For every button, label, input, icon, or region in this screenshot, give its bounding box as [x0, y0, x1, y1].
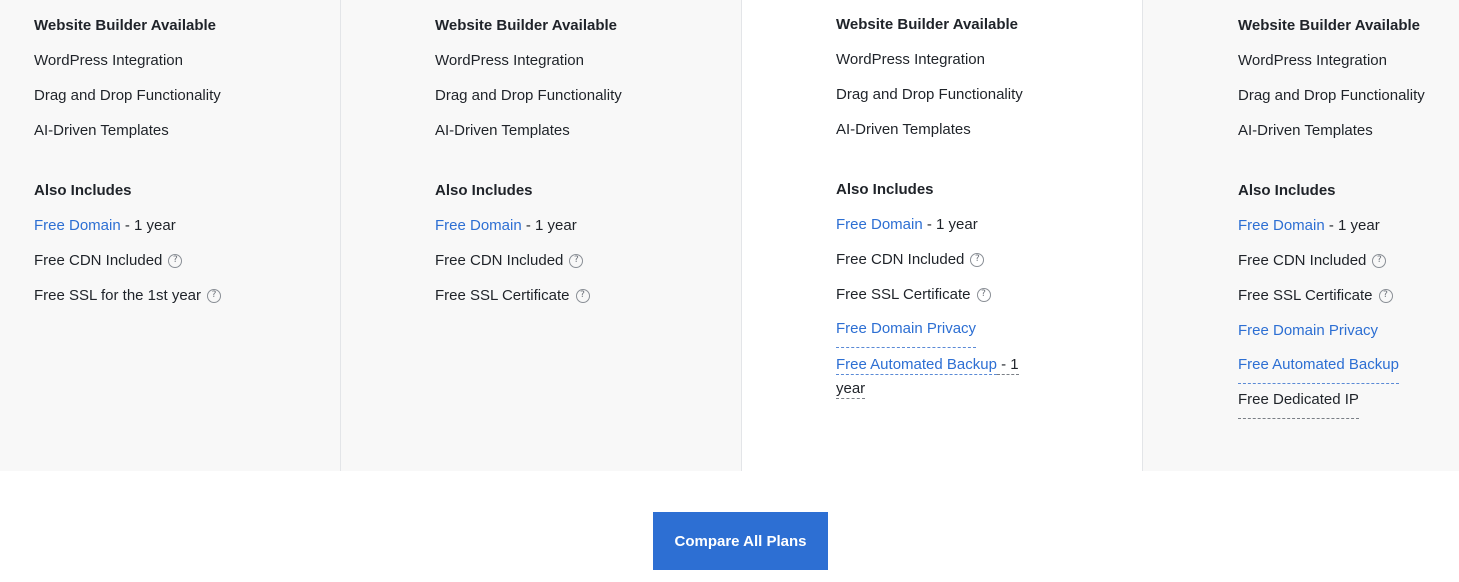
plan-column-4: Website Builder Available WordPress Inte…	[1142, 0, 1459, 471]
compare-all-plans-button[interactable]: Compare All Plans	[653, 512, 828, 570]
ssl-label: Free SSL for the 1st year	[34, 287, 202, 304]
plan-column-3: Website Builder Available WordPress Inte…	[741, 0, 1142, 471]
cdn-label: Free CDN Included	[836, 251, 965, 268]
feature-wordpress: WordPress Integration	[435, 52, 584, 69]
free-domain-term: - 1 year	[120, 217, 176, 234]
free-domain-term: - 1 year	[1324, 217, 1380, 234]
cta-container: Compare All Plans	[653, 512, 828, 570]
feature-cdn: Free CDN Included ?	[34, 243, 221, 278]
help-icon[interactable]: ?	[575, 288, 590, 303]
builder-heading: Website Builder Available	[1238, 17, 1420, 34]
help-icon[interactable]: ?	[976, 287, 991, 302]
help-icon[interactable]: ?	[970, 252, 985, 267]
feature-wordpress: WordPress Integration	[34, 52, 183, 69]
feature-free-domain: Free Domain - 1 year	[836, 207, 1036, 242]
feature-ai-templates: AI-Driven Templates	[1238, 122, 1373, 139]
also-includes-heading: Also Includes	[34, 182, 132, 199]
free-domain-link[interactable]: Free Domain	[435, 208, 522, 243]
automated-backup-term: - 1	[996, 356, 1019, 375]
automated-backup-link[interactable]: Free Automated Backup	[836, 356, 997, 375]
feature-drag-drop: Drag and Drop Functionality	[1238, 87, 1425, 104]
feature-automated-backup: Free Automated Backup - 1 year	[836, 347, 1036, 401]
domain-privacy-link[interactable]: Free Domain Privacy	[1238, 313, 1378, 348]
feature-ai-templates: AI-Driven Templates	[836, 121, 971, 138]
help-icon[interactable]: ?	[569, 253, 584, 268]
feature-ssl: Free SSL for the 1st year ?	[34, 278, 222, 313]
feature-free-domain: Free Domain - 1 year	[435, 208, 622, 243]
feature-free-domain: Free Domain - 1 year	[1238, 208, 1425, 243]
ssl-label: Free SSL Certificate	[1238, 287, 1373, 304]
automated-backup-term-cont: year	[836, 380, 866, 399]
cdn-label: Free CDN Included	[34, 252, 163, 269]
feature-cdn: Free CDN Included ?	[435, 243, 622, 278]
feature-wordpress: WordPress Integration	[1238, 52, 1387, 69]
free-domain-link[interactable]: Free Domain	[1238, 208, 1325, 243]
ssl-label: Free SSL Certificate	[836, 286, 971, 303]
feature-drag-drop: Drag and Drop Functionality	[34, 87, 221, 104]
feature-ai-templates: AI-Driven Templates	[435, 122, 570, 139]
free-domain-link[interactable]: Free Domain	[34, 208, 121, 243]
feature-automated-backup: Free Automated Backup	[1238, 347, 1425, 384]
feature-cdn: Free CDN Included ?	[1238, 243, 1425, 278]
help-icon[interactable]: ?	[1378, 288, 1393, 303]
feature-cdn: Free CDN Included ?	[836, 242, 1036, 277]
feature-drag-drop: Drag and Drop Functionality	[836, 86, 1023, 103]
cdn-label: Free CDN Included	[1238, 252, 1367, 269]
plans-grid: Website Builder Available WordPress Inte…	[0, 0, 1459, 471]
builder-heading: Website Builder Available	[435, 17, 617, 34]
also-includes-heading: Also Includes	[836, 181, 934, 198]
feature-ssl: Free SSL Certificate ?	[836, 277, 1036, 312]
domain-privacy-link[interactable]: Free Domain Privacy	[836, 311, 977, 348]
feature-free-domain: Free Domain - 1 year	[34, 208, 221, 243]
builder-heading: Website Builder Available	[836, 16, 1018, 33]
also-includes-heading: Also Includes	[435, 182, 533, 199]
automated-backup-link[interactable]: Free Automated Backup	[1238, 347, 1399, 384]
ssl-label: Free SSL Certificate	[435, 287, 570, 304]
also-includes-heading: Also Includes	[1238, 182, 1336, 199]
feature-wordpress: WordPress Integration	[836, 51, 985, 68]
help-icon[interactable]: ?	[207, 288, 222, 303]
cdn-label: Free CDN Included	[435, 252, 564, 269]
free-domain-term: - 1 year	[521, 217, 577, 234]
feature-domain-privacy: Free Domain Privacy	[1238, 313, 1425, 348]
plan-column-2: Website Builder Available WordPress Inte…	[340, 0, 741, 471]
feature-ssl: Free SSL Certificate ?	[435, 278, 622, 313]
free-domain-term: - 1 year	[922, 216, 978, 233]
feature-domain-privacy: Free Domain Privacy	[836, 311, 1036, 348]
plan-column-1: Website Builder Available WordPress Inte…	[0, 0, 340, 471]
dedicated-ip-label[interactable]: Free Dedicated IP	[1238, 382, 1359, 419]
feature-ai-templates: AI-Driven Templates	[34, 122, 169, 139]
help-icon[interactable]: ?	[1372, 253, 1387, 268]
help-icon[interactable]: ?	[168, 253, 183, 268]
free-domain-link[interactable]: Free Domain	[836, 207, 923, 242]
feature-ssl: Free SSL Certificate ?	[1238, 278, 1425, 313]
feature-drag-drop: Drag and Drop Functionality	[435, 87, 622, 104]
feature-dedicated-ip: Free Dedicated IP	[1238, 382, 1425, 419]
builder-heading: Website Builder Available	[34, 17, 216, 34]
